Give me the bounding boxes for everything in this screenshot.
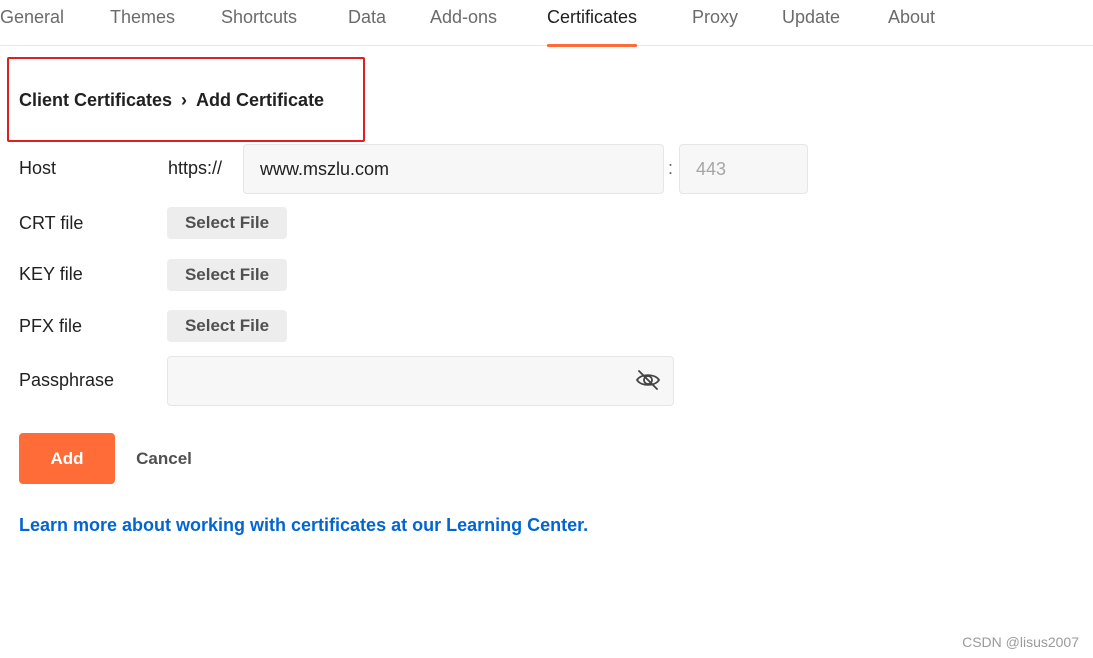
host-input[interactable] <box>243 144 664 194</box>
tab-data[interactable]: Data <box>348 5 386 46</box>
key-select-file-button[interactable]: Select File <box>167 259 287 291</box>
host-protocol-prefix: https:// <box>168 158 223 178</box>
tab-certificates[interactable]: Certificates <box>547 5 638 47</box>
watermark: CSDN @lisus2007 <box>962 634 1079 650</box>
tab-general[interactable]: General <box>0 5 64 46</box>
eye-slash-icon[interactable] <box>634 368 662 392</box>
tab-about[interactable]: About <box>888 5 935 46</box>
passphrase-label: Passphrase <box>19 370 115 390</box>
learning-center-link[interactable]: Learn more about working with certificat… <box>19 515 588 536</box>
breadcrumb-parent[interactable]: Client Certificates <box>19 90 172 111</box>
port-separator: : <box>668 158 674 178</box>
cancel-button[interactable]: Cancel <box>126 433 202 484</box>
tab-update[interactable]: Update <box>782 5 840 46</box>
port-input[interactable] <box>679 144 808 194</box>
tab-add-ons[interactable]: Add-ons <box>430 5 497 46</box>
tab-proxy[interactable]: Proxy <box>692 5 738 46</box>
pfx-select-file-button[interactable]: Select File <box>167 310 287 342</box>
crt-file-label: CRT file <box>19 213 84 233</box>
settings-tab-bar: General Themes Shortcuts Data Add-ons Ce… <box>0 0 1093 47</box>
breadcrumb: Client Certificates › Add Certificate <box>19 90 324 111</box>
settings-certificates-page: General Themes Shortcuts Data Add-ons Ce… <box>0 0 1093 658</box>
add-button[interactable]: Add <box>19 433 115 484</box>
passphrase-input[interactable] <box>167 356 674 406</box>
crt-select-file-button[interactable]: Select File <box>167 207 287 239</box>
breadcrumb-current: Add Certificate <box>196 90 325 110</box>
breadcrumb-separator: › <box>181 90 188 110</box>
tab-shortcuts[interactable]: Shortcuts <box>221 5 297 46</box>
key-file-label: KEY file <box>19 264 83 284</box>
host-label: Host <box>19 158 57 178</box>
pfx-file-label: PFX file <box>19 316 83 336</box>
tab-themes[interactable]: Themes <box>110 5 175 46</box>
